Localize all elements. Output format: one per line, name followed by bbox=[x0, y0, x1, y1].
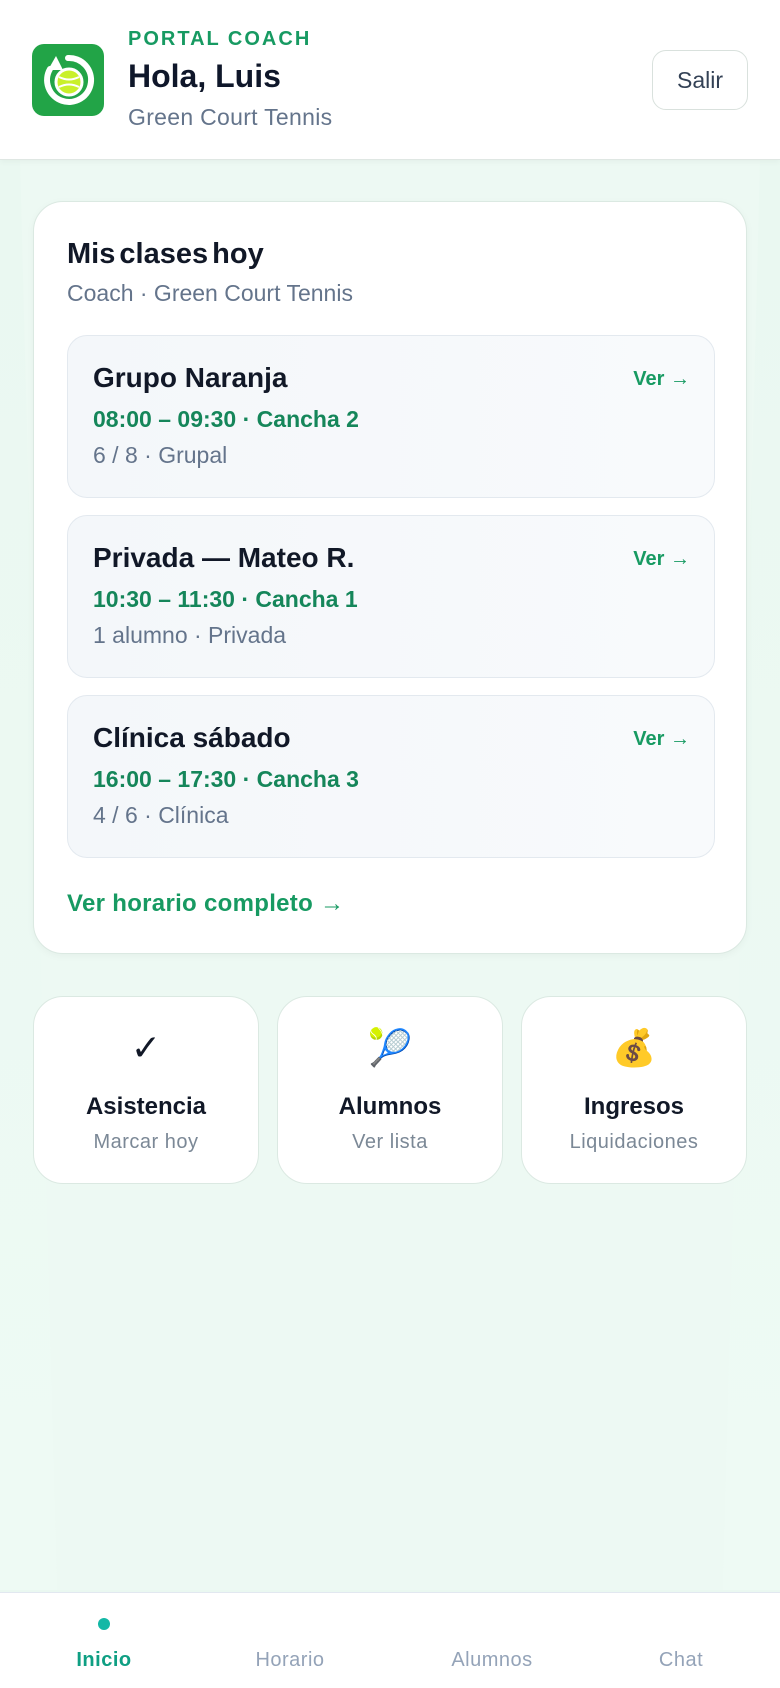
nav-label: Horario bbox=[255, 1649, 325, 1671]
card-subtitle: Coach · Green Court Tennis bbox=[67, 280, 353, 306]
tile-attendance[interactable]: ✓ Asistencia Marcar hoy bbox=[33, 996, 259, 1184]
class-meta: 1 alumno · Privada bbox=[93, 622, 287, 648]
greeting-title: Hola, Luis bbox=[128, 58, 281, 94]
checkmark-icon: ✓ bbox=[130, 1027, 162, 1068]
app-header: PORTAL COACH Hola, Luis Green Court Tenn… bbox=[0, 0, 780, 160]
class-time: 10:30 – 11:30 · Cancha 1 bbox=[93, 586, 358, 612]
logout-button[interactable]: Salir bbox=[652, 50, 748, 110]
nav-item-horario[interactable]: Horario bbox=[200, 1593, 380, 1688]
today-classes-card: Mis clases hoy Coach · Green Court Tenni… bbox=[33, 201, 747, 954]
tile-title: Ingresos bbox=[583, 1093, 685, 1120]
nav-label: Alumnos bbox=[451, 1649, 533, 1671]
class-name: Clínica sábado bbox=[93, 722, 291, 753]
class-time: 08:00 – 09:30 · Cancha 2 bbox=[93, 406, 359, 432]
nav-item-chat[interactable]: Chat bbox=[591, 1593, 771, 1688]
portal-label: PORTAL COACH bbox=[128, 28, 312, 50]
tile-students[interactable]: 🎾 Alumnos Ver lista bbox=[277, 996, 503, 1184]
tile-subtitle: Ver lista bbox=[352, 1131, 428, 1153]
tile-title: Asistencia bbox=[85, 1093, 207, 1120]
tennis-racket-icon: 🎾 bbox=[367, 1027, 413, 1068]
class-item[interactable]: Privada — Mateo R. 10:30 – 11:30 · Canch… bbox=[67, 515, 715, 678]
tennis-ball-refresh-icon bbox=[32, 44, 104, 116]
bottom-nav: Inicio Horario Alumnos Chat bbox=[0, 1592, 780, 1688]
nav-item-inicio[interactable]: Inicio bbox=[14, 1593, 194, 1688]
class-meta: 6 / 8 · Grupal bbox=[93, 442, 228, 468]
view-class-link[interactable]: Ver → bbox=[633, 548, 690, 571]
nav-item-alumnos[interactable]: Alumnos bbox=[402, 1593, 582, 1688]
class-item[interactable]: Grupo Naranja 08:00 – 09:30 · Cancha 2 6… bbox=[67, 335, 715, 498]
tile-subtitle: Liquidaciones bbox=[569, 1131, 699, 1153]
tile-title: Alumnos bbox=[338, 1093, 442, 1120]
view-class-link[interactable]: Ver → bbox=[633, 728, 690, 751]
money-bag-icon: 💰 bbox=[611, 1027, 657, 1068]
view-class-link[interactable]: Ver → bbox=[633, 368, 690, 391]
class-item[interactable]: Clínica sábado 16:00 – 17:30 · Cancha 3 … bbox=[67, 695, 715, 858]
class-time: 16:00 – 17:30 · Cancha 3 bbox=[93, 766, 359, 792]
club-name: Green Court Tennis bbox=[128, 104, 333, 130]
full-schedule-link[interactable]: Ver horario completo → bbox=[67, 890, 344, 918]
nav-label: Chat bbox=[658, 1649, 704, 1671]
nav-label: Inicio bbox=[76, 1649, 132, 1671]
class-meta: 4 / 6 · Clínica bbox=[93, 802, 229, 828]
tile-income[interactable]: 💰 Ingresos Liquidaciones bbox=[521, 996, 747, 1184]
class-name: Privada — Mateo R. bbox=[93, 542, 355, 573]
class-name: Grupo Naranja bbox=[93, 362, 288, 393]
tile-subtitle: Marcar hoy bbox=[93, 1131, 199, 1153]
card-title: Mis clases hoy bbox=[67, 238, 264, 270]
active-indicator-dot bbox=[98, 1618, 110, 1630]
